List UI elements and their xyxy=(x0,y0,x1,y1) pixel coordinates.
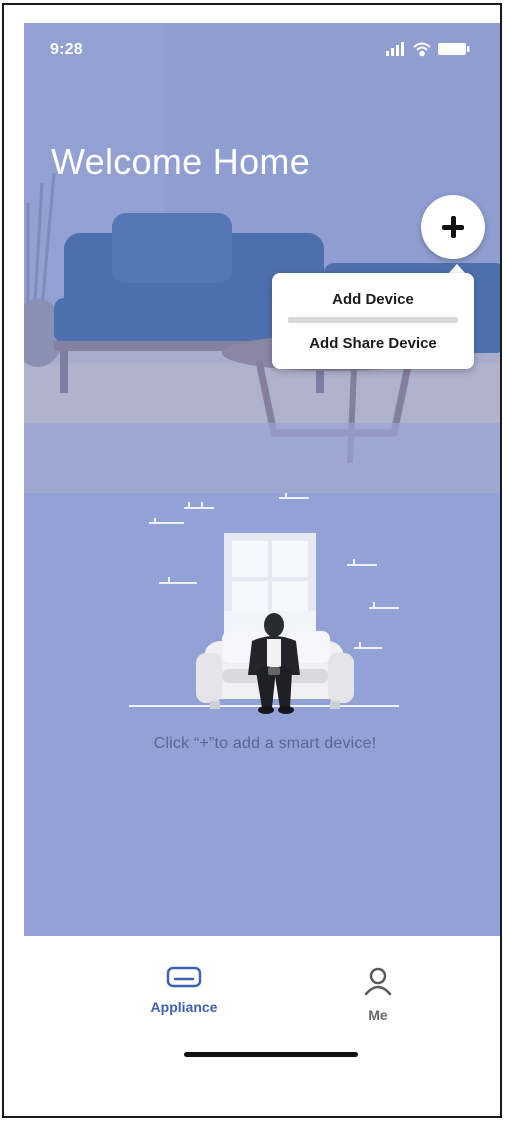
person-on-sofa-illustration xyxy=(129,493,399,714)
menu-item-add-device[interactable]: Add Device xyxy=(272,291,474,308)
signal-icon xyxy=(386,42,404,56)
page-title: Welcome Home xyxy=(51,141,311,182)
person-icon xyxy=(364,967,392,996)
empty-state-hint: Click “+”to add a smart device! xyxy=(153,735,377,752)
tab-me-label: Me xyxy=(368,1007,388,1023)
phone-frame: 9:28 Welcome Home Add Device Add Share D… xyxy=(2,3,502,1118)
tab-me[interactable]: Me xyxy=(318,966,438,1023)
menu-divider xyxy=(288,317,458,323)
tab-appliance-label: Appliance xyxy=(150,999,218,1015)
status-bar: 9:28 xyxy=(24,23,500,75)
home-indicator[interactable] xyxy=(184,1052,358,1057)
battery-icon xyxy=(438,43,470,55)
wifi-icon xyxy=(413,42,431,57)
menu-item-add-share-device[interactable]: Add Share Device xyxy=(272,335,474,352)
add-menu: Add Device Add Share Device xyxy=(272,273,474,369)
bottom-tab-bar: Appliance Me xyxy=(24,936,500,1070)
status-icons xyxy=(386,41,474,57)
appliance-icon xyxy=(166,966,202,988)
tab-appliance[interactable]: Appliance xyxy=(124,966,244,1015)
add-device-button[interactable] xyxy=(421,195,485,259)
status-time: 9:28 xyxy=(50,41,83,58)
app-screen: 9:28 Welcome Home Add Device Add Share D… xyxy=(24,23,500,1070)
empty-state-illustration xyxy=(24,463,500,723)
living-room-illustration xyxy=(24,23,500,493)
hero-background xyxy=(24,23,500,493)
